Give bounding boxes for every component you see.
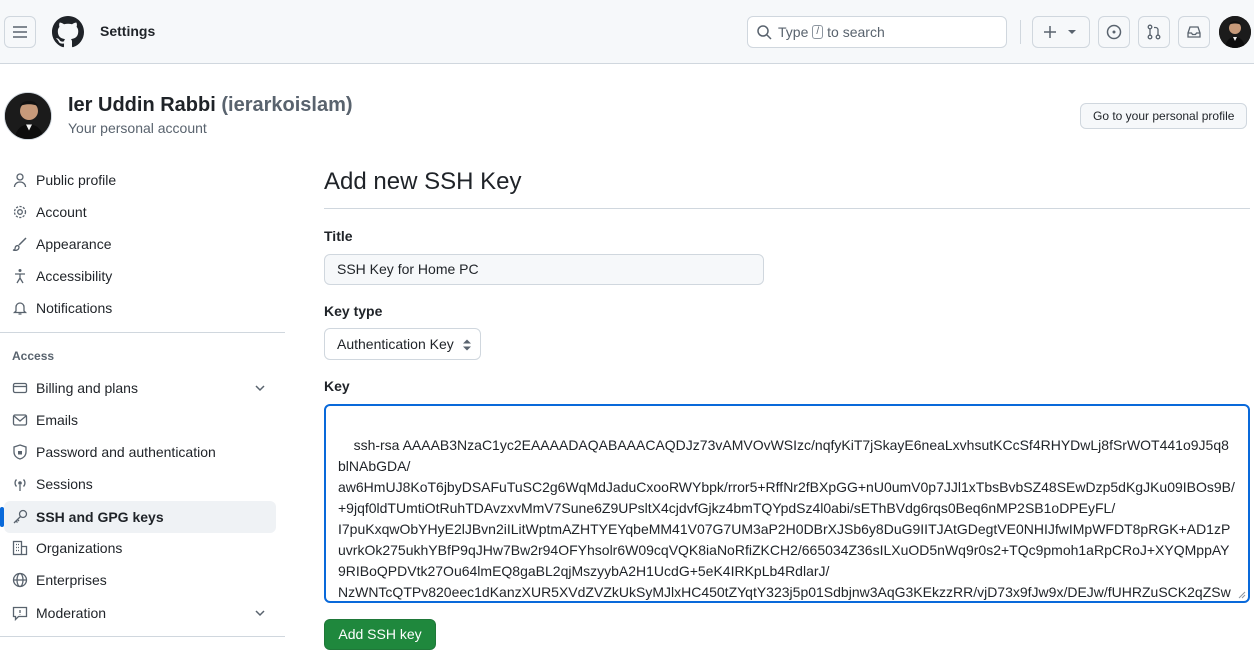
search-input[interactable]: Type / to search	[747, 16, 1007, 48]
app-header: Settings Type / to search	[0, 0, 1254, 64]
accessibility-icon	[12, 268, 28, 284]
sidebar-item-emails[interactable]: Emails	[4, 404, 276, 436]
sidebar-item-label: Accessibility	[36, 268, 113, 284]
gear-icon	[12, 204, 28, 220]
sidebar-item-label: SSH and GPG keys	[36, 509, 164, 525]
profile-subtitle: Your personal account	[68, 120, 207, 136]
sidebar-divider	[0, 332, 285, 333]
sidebar-item-label: Billing and plans	[36, 380, 138, 396]
sidebar-item-label: Account	[36, 204, 87, 220]
sidebar-item-label: Appearance	[36, 236, 112, 252]
issues-button[interactable]	[1098, 16, 1130, 48]
sidebar-item-label: Sessions	[36, 476, 93, 492]
sidebar-item-label: Organizations	[36, 540, 123, 556]
search-prefix: Type	[778, 24, 809, 40]
active-indicator	[0, 507, 4, 527]
sidebar-item-label: Moderation	[36, 605, 107, 621]
pull-requests-button[interactable]	[1138, 16, 1170, 48]
sidebar-item-public-profile[interactable]: Public profile	[4, 164, 276, 196]
sidebar-item-moderation[interactable]: Moderation	[4, 597, 276, 629]
avatar-icon	[5, 93, 51, 139]
profile-display-name[interactable]: Ier Uddin Rabbi	[68, 94, 216, 116]
menu-button[interactable]	[4, 16, 36, 48]
sidebar-divider	[0, 636, 285, 637]
resize-handle-icon[interactable]	[1236, 589, 1246, 599]
chevron-down-icon[interactable]	[252, 605, 268, 621]
credit-card-icon	[12, 380, 28, 396]
bell-icon	[12, 300, 28, 316]
paintbrush-icon	[12, 236, 28, 252]
key-text: ssh-rsa AAAAB3NzaC1yc2EAAAADAQABAAACAQDJ…	[338, 437, 1235, 600]
sidebar-item-label: Password and authentication	[36, 444, 216, 460]
sidebar-item-label: Enterprises	[36, 572, 107, 588]
title-input[interactable]: SSH Key for Home PC	[324, 254, 764, 285]
report-icon	[12, 605, 28, 621]
create-new-button[interactable]	[1032, 16, 1090, 48]
sidebar-item-notifications[interactable]: Notifications	[4, 292, 276, 324]
sidebar-section-heading: Access	[12, 349, 55, 363]
key-type-selected-value: Authentication Key	[337, 336, 454, 352]
sidebar-item-password-authentication[interactable]: Password and authentication	[4, 436, 276, 468]
go-to-profile-button[interactable]: Go to your personal profile	[1080, 103, 1248, 129]
key-type-select[interactable]: Authentication Key	[324, 328, 481, 360]
profile-avatar	[4, 92, 52, 140]
hamburger-icon	[13, 26, 27, 38]
sidebar-item-sessions[interactable]: Sessions	[4, 468, 276, 500]
profile-name: Ier Uddin Rabbi (ierarkoislam)	[68, 94, 353, 117]
key-icon	[12, 509, 28, 525]
key-type-label: Key type	[324, 303, 383, 319]
title-label: Title	[324, 228, 353, 244]
triangle-down-icon	[1068, 30, 1076, 34]
sidebar-item-label: Emails	[36, 412, 79, 428]
avatar-icon	[1219, 16, 1251, 48]
sidebar-item-label: Public profile	[36, 172, 117, 188]
sidebar-item-accessibility[interactable]: Accessibility	[4, 260, 276, 292]
sidebar-item-enterprises[interactable]: Enterprises	[4, 564, 276, 596]
profile-login[interactable]: (ierarkoislam)	[221, 94, 352, 116]
user-avatar-button[interactable]	[1219, 16, 1251, 48]
sidebar-item-label: Notifications	[36, 300, 113, 316]
add-ssh-key-button[interactable]: Add SSH key	[324, 619, 436, 650]
select-caret-icon	[463, 339, 471, 351]
title-divider	[324, 208, 1250, 209]
inbox-icon	[1187, 26, 1201, 38]
search-shortcut-key: /	[812, 25, 824, 39]
shield-lock-icon	[12, 444, 28, 460]
issue-opened-icon	[1106, 24, 1122, 40]
sidebar-item-ssh-gpg-keys[interactable]: SSH and GPG keys	[0, 501, 276, 533]
globe-icon	[12, 572, 28, 588]
sidebar-item-account[interactable]: Account	[4, 196, 276, 228]
organization-icon	[12, 540, 28, 556]
inbox-button[interactable]	[1178, 16, 1210, 48]
broadcast-icon	[12, 476, 28, 492]
github-logo-icon[interactable]	[52, 16, 84, 48]
search-suffix: to search	[827, 24, 885, 40]
key-textarea[interactable]: ssh-rsa AAAAB3NzaC1yc2EAAAADAQABAAACAQDJ…	[324, 404, 1250, 603]
sidebar-item-billing[interactable]: Billing and plans	[4, 372, 276, 404]
search-icon	[757, 25, 772, 40]
chevron-down-icon[interactable]	[252, 380, 268, 396]
context-title[interactable]: Settings	[100, 23, 155, 39]
person-icon	[12, 172, 28, 188]
sidebar-item-organizations[interactable]: Organizations	[4, 532, 276, 564]
mail-icon	[12, 412, 28, 428]
header-divider	[1020, 20, 1021, 44]
page-title: Add new SSH Key	[324, 168, 522, 195]
plus-icon	[1044, 26, 1056, 38]
git-pull-request-icon	[1147, 24, 1161, 40]
sidebar-item-appearance[interactable]: Appearance	[4, 228, 276, 260]
key-label: Key	[324, 378, 350, 394]
